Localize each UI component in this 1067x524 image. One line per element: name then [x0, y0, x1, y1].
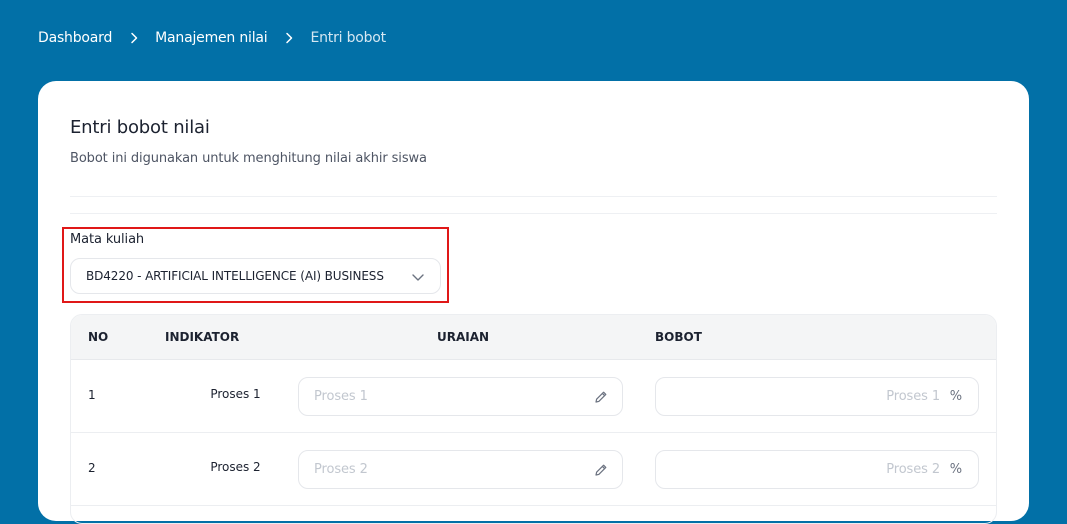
- page-title: Entri bobot nilai: [70, 117, 210, 138]
- row-indikator: Proses 1: [210, 387, 261, 401]
- divider: [70, 196, 997, 197]
- table-row: 1 Proses 1 Proses 1 Proses 1 %: [71, 360, 996, 433]
- bobot-input[interactable]: Proses 1 %: [655, 377, 979, 416]
- table-header: NO INDIKATOR URAIAN BOBOT: [71, 315, 996, 360]
- uraian-input[interactable]: Proses 2: [298, 450, 623, 489]
- divider: [70, 213, 997, 214]
- page-subtitle: Bobot ini digunakan untuk menghitung nil…: [70, 151, 427, 166]
- breadcrumb: Dashboard Manajemen nilai Entri bobot: [38, 29, 386, 47]
- breadcrumb-dashboard-link[interactable]: Dashboard: [38, 30, 112, 46]
- percent-unit: %: [949, 389, 962, 404]
- uraian-input[interactable]: Proses 1: [298, 377, 623, 416]
- bobot-input[interactable]: Proses 2 %: [655, 450, 979, 489]
- mata-kuliah-label: Mata kuliah: [70, 232, 145, 247]
- mata-kuliah-selected-value: BD4220 - ARTIFICIAL INTELLIGENCE (AI) BU…: [86, 269, 384, 283]
- header-no: NO: [88, 330, 109, 344]
- chevron-right-icon: [126, 30, 142, 46]
- uraian-placeholder: Proses 2: [314, 462, 368, 477]
- pencil-icon: [594, 463, 608, 477]
- row-number: 1: [88, 388, 96, 402]
- chevron-down-icon: [410, 269, 426, 285]
- header-indikator: INDIKATOR: [165, 330, 240, 344]
- breadcrumb-current: Entri bobot: [310, 30, 386, 46]
- header-bobot: BOBOT: [655, 330, 702, 344]
- breadcrumb-manajemen-nilai-link[interactable]: Manajemen nilai: [155, 30, 268, 46]
- percent-unit: %: [949, 462, 962, 477]
- row-indikator: Proses 2: [210, 460, 261, 474]
- uraian-placeholder: Proses 1: [314, 389, 368, 404]
- header-uraian: URAIAN: [437, 330, 490, 344]
- bobot-placeholder: Proses 1: [886, 389, 940, 404]
- bobot-placeholder: Proses 2: [886, 462, 940, 477]
- table-row: 2 Proses 2 Proses 2 Proses 2 %: [71, 433, 996, 506]
- row-number: 2: [88, 461, 96, 475]
- bobot-table: NO INDIKATOR URAIAN BOBOT 1 Proses 1 Pro…: [70, 314, 997, 524]
- chevron-right-icon: [281, 30, 297, 46]
- pencil-icon: [594, 390, 608, 404]
- main-card: Entri bobot nilai Bobot ini digunakan un…: [38, 81, 1029, 524]
- mata-kuliah-select[interactable]: BD4220 - ARTIFICIAL INTELLIGENCE (AI) BU…: [70, 258, 441, 294]
